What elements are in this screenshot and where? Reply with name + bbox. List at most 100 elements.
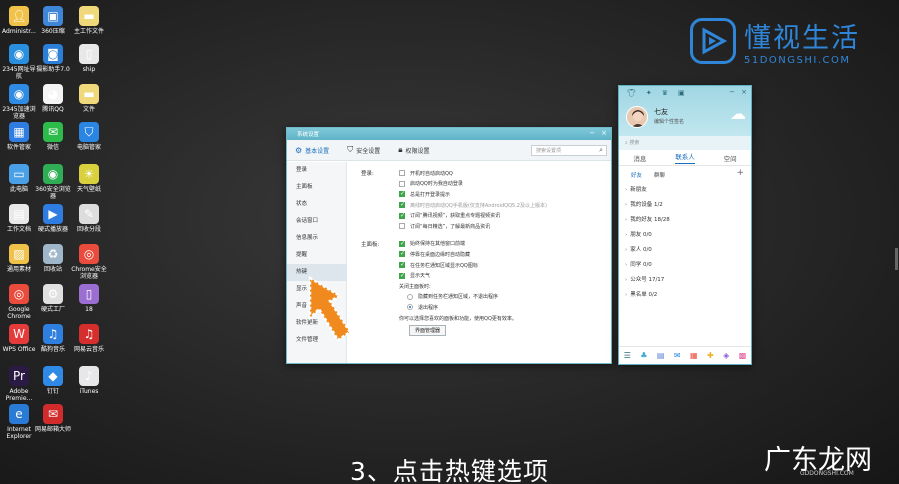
photo-icon[interactable]: ▦ xyxy=(690,351,698,360)
checkbox[interactable] xyxy=(399,250,405,258)
contact-group[interactable]: › 朋友 0/0 xyxy=(619,228,751,243)
weather-cloud-icon[interactable]: ☁ xyxy=(730,104,746,123)
tab-permission-settings[interactable]: 🔒︎ 权限设置 xyxy=(398,145,429,155)
search-icon[interactable]: ⌕ xyxy=(599,146,603,155)
checkbox[interactable] xyxy=(399,190,405,198)
desktop-icon[interactable]: ▭ 此电脑 xyxy=(0,164,38,193)
checkbox[interactable] xyxy=(399,170,405,177)
file-icon[interactable]: ▤ xyxy=(657,351,665,360)
radio-button[interactable] xyxy=(407,293,413,300)
checkbox-option[interactable]: 订阅“每日精选”，了解最新商品资讯 xyxy=(361,221,605,232)
checkbox-option[interactable]: 在任务栏通知区域显示QQ图标 xyxy=(361,260,605,271)
desktop-icon[interactable]: ▣ 360压缩 xyxy=(34,6,72,35)
desktop-icon[interactable]: 👤︎ Administr... xyxy=(0,6,38,35)
checkbox-option[interactable]: 停靠在桌面边缘时自动隐藏 xyxy=(361,249,605,260)
checkbox-option[interactable]: 启动QQ时为我自动登录 xyxy=(361,179,605,190)
checkbox-option[interactable]: 总是打开登录提示 xyxy=(361,189,605,200)
desktop-icon[interactable]: ◉ 2345加速浏览器 xyxy=(0,84,38,120)
desktop-icon[interactable]: ▬ 文件 xyxy=(70,84,108,113)
sidebar-item[interactable]: 主面板 xyxy=(287,179,346,196)
interface-manager-button[interactable]: 界面管理器 xyxy=(409,325,447,337)
desktop-icon[interactable]: ▨ 通用素材 xyxy=(0,244,38,273)
sidebar-item[interactable]: 提醒 xyxy=(287,247,346,264)
checkbox[interactable] xyxy=(399,223,405,230)
contact-group[interactable]: › 我的好友 18/28 xyxy=(619,213,751,228)
friend-manager-icon[interactable]: ♣ xyxy=(640,351,647,360)
app-icon[interactable]: ▣ xyxy=(678,89,685,97)
desktop-icon[interactable]: ♻ 回收站 xyxy=(34,244,72,273)
qq-signature[interactable]: 编辑个性签名 xyxy=(654,118,684,125)
desktop-icon[interactable]: ▦ 软件管家 xyxy=(0,122,38,151)
close-icon[interactable]: × xyxy=(601,129,607,137)
checkbox-option[interactable]: 显示天气 xyxy=(361,270,605,281)
desktop-icon[interactable]: ✉ 微信 xyxy=(34,122,72,151)
desktop-icon[interactable]: ✎ 回收分段 xyxy=(70,204,108,233)
sidebar-item[interactable]: 状态 xyxy=(287,196,346,213)
contact-group[interactable]: › 新朋友 xyxy=(619,183,751,198)
desktop-icon[interactable]: ◕ 腾讯QQ xyxy=(34,84,72,113)
close-icon[interactable]: × xyxy=(741,88,747,96)
desktop-icon[interactable]: ▶ 硬式播放器 xyxy=(34,204,72,233)
tab-security-settings[interactable]: ⛉ 安全设置 xyxy=(347,145,380,155)
contact-group[interactable]: › 同学 0/0 xyxy=(619,258,751,273)
desktop-icon[interactable]: ▤ 工作文档 xyxy=(0,204,38,233)
mail-icon[interactable]: ✉ xyxy=(674,351,681,360)
contact-group[interactable]: › 我的设备 1/2 xyxy=(619,198,751,213)
qq-subtab[interactable]: 好友 xyxy=(631,171,642,179)
contact-group[interactable]: › 家人 0/0 xyxy=(619,243,751,258)
desktop-icon[interactable]: ◙ 摄影助手7.0 xyxy=(34,44,72,73)
desktop-icon[interactable]: ♪ iTunes xyxy=(70,366,108,395)
checkbox[interactable] xyxy=(399,212,405,219)
radio-button[interactable] xyxy=(407,304,413,311)
desktop-icon[interactable]: ▯ 18 xyxy=(70,284,108,313)
checkbox[interactable] xyxy=(399,261,405,269)
tab-basic-settings[interactable]: ⚙ 基本设置 xyxy=(295,146,329,155)
menu-icon[interactable]: ☰ xyxy=(624,351,631,360)
skin-icon[interactable]: 👕︎ xyxy=(627,89,636,97)
checkbox[interactable] xyxy=(399,201,405,209)
checkbox-option[interactable]: 离线时自动启动QQ手机版(仅支持AndroidQQ5.2及以上版本) xyxy=(361,200,605,211)
desktop-icon[interactable]: ♫ 酷狗音乐 xyxy=(34,324,72,353)
desktop-icon[interactable]: ☀ 天气壁纸 xyxy=(70,164,108,193)
checkbox[interactable] xyxy=(399,272,405,279)
settings-search-input[interactable]: 搜索设置项 ⌕ xyxy=(531,145,607,156)
checkbox-option[interactable]: 订阅“腾讯视频”，获取重点专题视频资讯 xyxy=(361,210,605,221)
desktop-icon[interactable]: e Internet Explorer xyxy=(0,404,38,440)
app-manager-icon[interactable]: ▩ xyxy=(739,351,747,360)
gamepad-icon[interactable]: ◈ xyxy=(723,351,729,360)
desktop-icon[interactable]: ⚙ 硬式工厂 xyxy=(34,284,72,313)
desktop-icon[interactable]: ▬ 主工作文件 xyxy=(70,6,108,35)
qq-tab[interactable]: 联系人 xyxy=(675,151,695,164)
minimize-icon[interactable]: − xyxy=(589,129,595,137)
sidebar-item[interactable]: 登录 xyxy=(287,162,346,179)
contact-group[interactable]: › 黑名单 0/2 xyxy=(619,288,751,303)
shirt-icon[interactable]: ✦ xyxy=(646,89,652,97)
desktop-icon[interactable]: W WPS Office xyxy=(0,324,38,353)
qq-subtab[interactable]: 群聊 xyxy=(654,171,665,179)
crown-icon[interactable]: ♛ xyxy=(662,89,668,97)
add-icon[interactable]: + xyxy=(736,168,744,178)
desktop-icon[interactable]: ✉ 网易邮箱大师 xyxy=(34,404,72,433)
checkbox[interactable] xyxy=(399,180,405,187)
checkbox-option[interactable]: 登录: 开机时自动启动QQ xyxy=(361,168,605,179)
minimize-icon[interactable]: − xyxy=(729,88,735,96)
desktop-icon[interactable]: ◆ 钉钉 xyxy=(34,366,72,395)
desktop-icon[interactable]: ◎ Chrome安全浏览器 xyxy=(70,244,108,280)
desktop-icon[interactable]: ◎ Google Chrome xyxy=(0,284,38,320)
qq-nickname[interactable]: 七友 xyxy=(654,107,668,117)
settings-titlebar[interactable]: 系统设置 − × xyxy=(287,128,611,140)
desktop-icon[interactable]: ♫ 网易云音乐 xyxy=(70,324,108,353)
desktop-icon[interactable]: ◉ 2345网址导航 xyxy=(0,44,38,80)
contact-group[interactable]: › 公众号 17/17 xyxy=(619,273,751,288)
qq-tab[interactable]: 消息 xyxy=(633,153,646,163)
qq-search-input[interactable]: ⌕ 搜索 xyxy=(619,136,751,150)
desktop-icon[interactable]: ⛉ 电脑管家 xyxy=(70,122,108,151)
checkbox[interactable] xyxy=(399,240,405,247)
radio-option[interactable]: 退出程序 xyxy=(361,302,605,313)
sidebar-item[interactable]: 信息展示 xyxy=(287,230,346,247)
desktop-icon[interactable]: Pr Adobe Premie... xyxy=(0,366,38,402)
qq-tab[interactable]: 空间 xyxy=(724,153,737,163)
desktop-icon[interactable]: ◉ 360安全浏览器 xyxy=(34,164,72,200)
sidebar-item[interactable]: 会话窗口 xyxy=(287,213,346,230)
avatar[interactable] xyxy=(626,106,648,128)
